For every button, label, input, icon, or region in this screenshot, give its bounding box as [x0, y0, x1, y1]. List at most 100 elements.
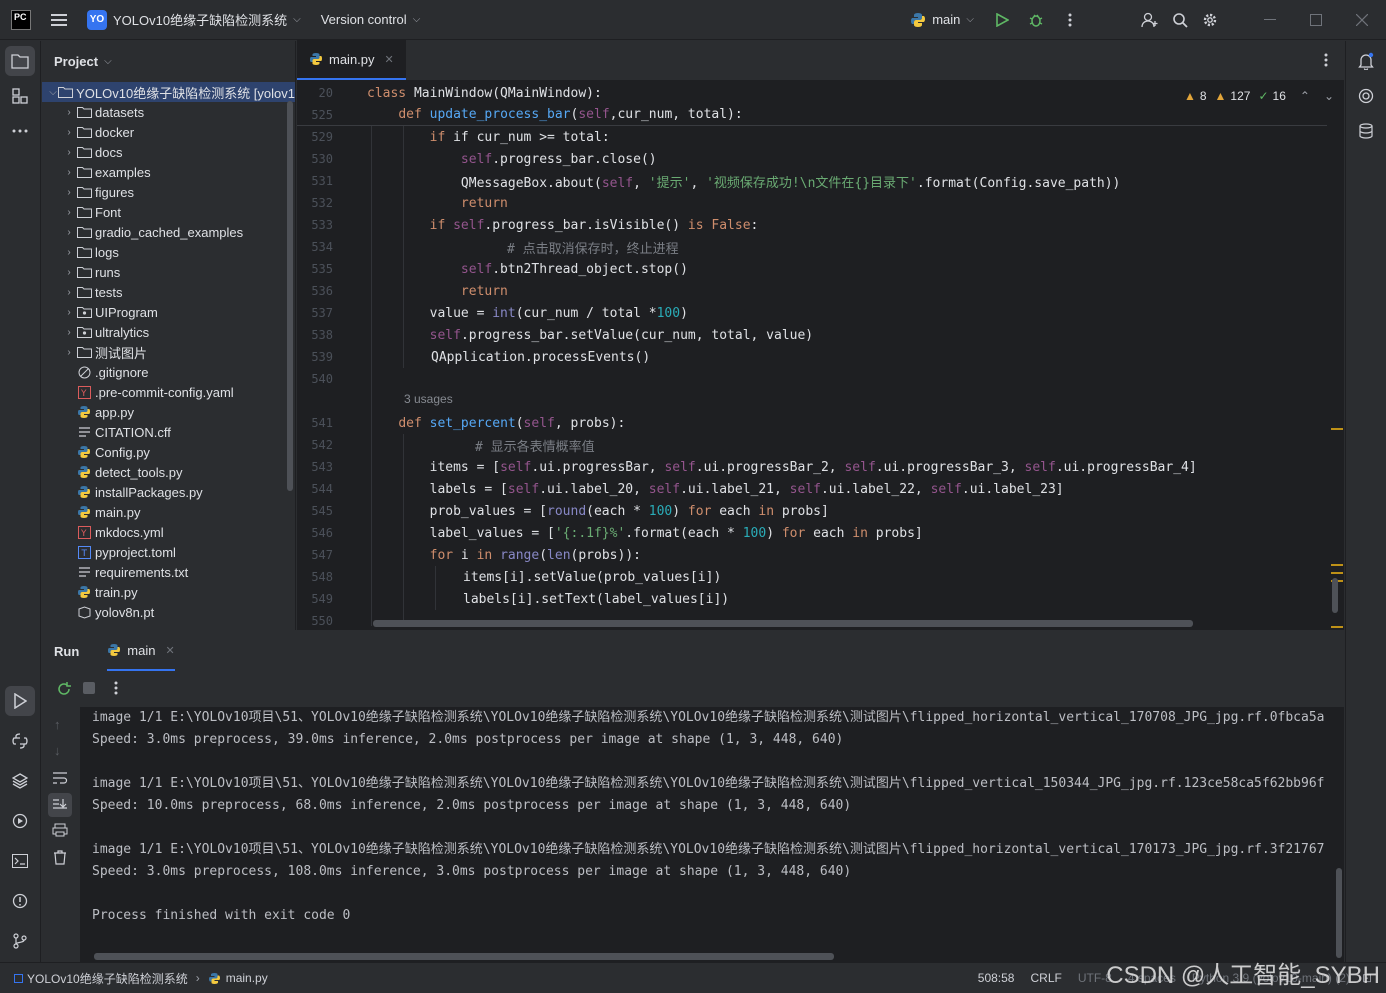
search-icon[interactable] [1166, 6, 1194, 34]
inspection-widget[interactable]: ▲ 8 ▲ 127 ✓ 16 ⌃ ⌄ [1184, 89, 1334, 103]
layers-icon[interactable] [5, 766, 35, 796]
tree-folder-item[interactable]: › gradio_cached_examples [42, 222, 295, 242]
code-line[interactable]: 537 value = int(cur_num / total *100) [297, 302, 1327, 324]
project-tool-icon[interactable] [5, 46, 35, 76]
editor-options-icon[interactable] [1324, 40, 1328, 80]
chevron-right-icon[interactable]: › [62, 187, 76, 198]
warning-marker[interactable] [1331, 564, 1343, 566]
usages-hint[interactable]: 3 usages [404, 392, 453, 406]
code-line[interactable]: 530 self.progress_bar.close() [297, 148, 1327, 170]
code-line[interactable]: 535 self.btn2Thread_object.stop() [297, 258, 1327, 280]
chevron-right-icon[interactable]: › [62, 167, 76, 178]
python-console-icon[interactable] [5, 726, 35, 756]
tab-main-py[interactable]: main.py ✕ [297, 40, 406, 80]
chevron-right-icon[interactable]: › [62, 247, 76, 258]
warning-marker[interactable] [1331, 626, 1343, 628]
close-tab-icon[interactable]: ✕ [385, 53, 394, 66]
breadcrumb-project[interactable]: YOLOv10绝缘子缺陷检测系统 [27, 970, 188, 987]
tree-file-item[interactable]: Tpyproject.toml [42, 542, 295, 562]
sticky-line[interactable]: 525 def update_process_bar(self,cur_num,… [297, 104, 1327, 126]
tree-folder-item[interactable]: › examples [42, 162, 295, 182]
more-tools-icon[interactable] [5, 116, 35, 146]
code-line[interactable]: 549 labels[i].setText(label_values[i]) [297, 588, 1327, 610]
code-line[interactable]: 533 if self.progress_bar.isVisible() is … [297, 214, 1327, 236]
debug-icon[interactable] [1022, 6, 1050, 34]
code-line[interactable]: 531 QMessageBox.about(self, '提示', '视频保存成… [297, 170, 1327, 192]
tree-root[interactable]: ⌵ YOLOv10绝缘子缺陷检测系统 [yolov1 [42, 82, 295, 102]
structure-tool-icon[interactable] [5, 81, 35, 111]
notifications-icon[interactable] [1351, 46, 1381, 76]
minimize-window-icon[interactable] [1252, 6, 1288, 34]
console-vertical-scrollbar[interactable] [1336, 868, 1342, 958]
code-line[interactable]: 546 label_values = ['{:.1f}%'.format(eac… [297, 522, 1327, 544]
tree-folder-item[interactable]: › UIProgram [42, 302, 295, 322]
up-arrow-icon[interactable]: ↑ [54, 717, 61, 732]
next-highlight-icon[interactable]: ⌄ [1324, 89, 1334, 103]
chevron-right-icon[interactable]: › [62, 147, 76, 158]
tree-file-item[interactable]: Config.py [42, 442, 295, 462]
tree-folder-item[interactable]: › runs [42, 262, 295, 282]
code-line[interactable]: 545 prob_values = [round(each * 100) for… [297, 500, 1327, 522]
chevron-right-icon[interactable]: › [62, 207, 76, 218]
warning-marker[interactable] [1331, 572, 1343, 574]
editor-horizontal-scrollbar[interactable] [373, 620, 1193, 627]
breadcrumb-file[interactable]: main.py [226, 971, 268, 985]
scroll-to-end-icon[interactable] [48, 793, 72, 817]
code-line[interactable]: 534 # 点击取消保存时，终止进程 [297, 236, 1327, 258]
code-line[interactable]: 540 [297, 368, 1327, 390]
tree-folder-item[interactable]: › Font [42, 202, 295, 222]
maximize-window-icon[interactable] [1298, 6, 1334, 34]
warning-marker[interactable] [1331, 428, 1343, 430]
code-line[interactable]: 538 self.progress_bar.setValue(cur_num, … [297, 324, 1327, 346]
terminal-icon[interactable] [5, 846, 35, 876]
database-icon[interactable] [1351, 116, 1381, 146]
down-arrow-icon[interactable]: ↓ [54, 743, 61, 758]
tree-file-item[interactable]: train.py [42, 582, 295, 602]
code-line[interactable]: 542 # 显示各表情概率值 [297, 434, 1327, 456]
tree-folder-item[interactable]: › tests [42, 282, 295, 302]
tree-folder-item[interactable]: › datasets [42, 102, 295, 122]
tree-file-item[interactable]: app.py [42, 402, 295, 422]
tree-folder-item[interactable]: › figures [42, 182, 295, 202]
tree-file-item[interactable]: Y .pre-commit-config.yaml [42, 382, 295, 402]
chevron-right-icon[interactable]: › [62, 267, 76, 278]
run-tab-main[interactable]: main ✕ [107, 631, 175, 671]
code-line[interactable]: 544 labels = [self.ui.label_20, self.ui.… [297, 478, 1327, 500]
tree-scrollbar[interactable] [287, 101, 293, 491]
trash-icon[interactable] [53, 850, 67, 868]
main-menu-icon[interactable] [45, 6, 73, 34]
tree-file-item[interactable]: yolov8n.pt [42, 602, 295, 622]
run-icon[interactable] [988, 6, 1016, 34]
code-line[interactable]: 541 def set_percent(self, probs): [297, 412, 1327, 434]
print-icon[interactable] [52, 823, 68, 840]
line-separator[interactable]: CRLF [1030, 971, 1061, 985]
more-actions-icon[interactable] [114, 681, 118, 698]
more-actions-icon[interactable] [1056, 6, 1084, 34]
soft-wrap-icon[interactable] [52, 771, 68, 788]
tree-file-item[interactable]: requirements.txt [42, 562, 295, 582]
caret-position[interactable]: 508:58 [978, 971, 1015, 985]
run-tool-icon[interactable] [5, 686, 35, 716]
run-config-selector[interactable]: main ⌵ [910, 0, 974, 40]
chevron-right-icon[interactable]: › [62, 307, 76, 318]
code-line[interactable]: 548 items[i].setValue(prob_values[i]) [297, 566, 1327, 588]
stop-icon[interactable] [82, 682, 96, 696]
console-horizontal-scrollbar[interactable] [94, 953, 834, 960]
tree-folder-item[interactable]: › logs [42, 242, 295, 262]
tree-folder-item[interactable]: › 测试图片 [42, 342, 295, 362]
console-output[interactable]: image 1/1 E:\YOLOv10项目\51、YOLOv10绝缘子缺陷检测… [92, 707, 1342, 962]
previous-highlight-icon[interactable]: ⌃ [1300, 89, 1310, 103]
gear-icon[interactable] [1196, 6, 1224, 34]
services-icon[interactable] [5, 806, 35, 836]
ai-assistant-icon[interactable] [1351, 81, 1381, 111]
add-user-icon[interactable] [1136, 6, 1164, 34]
code-line[interactable]: 543 items = [self.ui.progressBar, self.u… [297, 456, 1327, 478]
chevron-right-icon[interactable]: › [62, 327, 76, 338]
rerun-icon[interactable] [54, 681, 74, 697]
sticky-line[interactable]: 20 class MainWindow(QMainWindow): [297, 82, 1327, 104]
tree-folder-item[interactable]: › ultralytics [42, 322, 295, 342]
project-panel-header[interactable]: Project ⌵ [42, 41, 295, 81]
close-tab-icon[interactable]: ✕ [165, 644, 174, 657]
chevron-right-icon[interactable]: › [62, 127, 76, 138]
code-line[interactable]: 536 return [297, 280, 1327, 302]
